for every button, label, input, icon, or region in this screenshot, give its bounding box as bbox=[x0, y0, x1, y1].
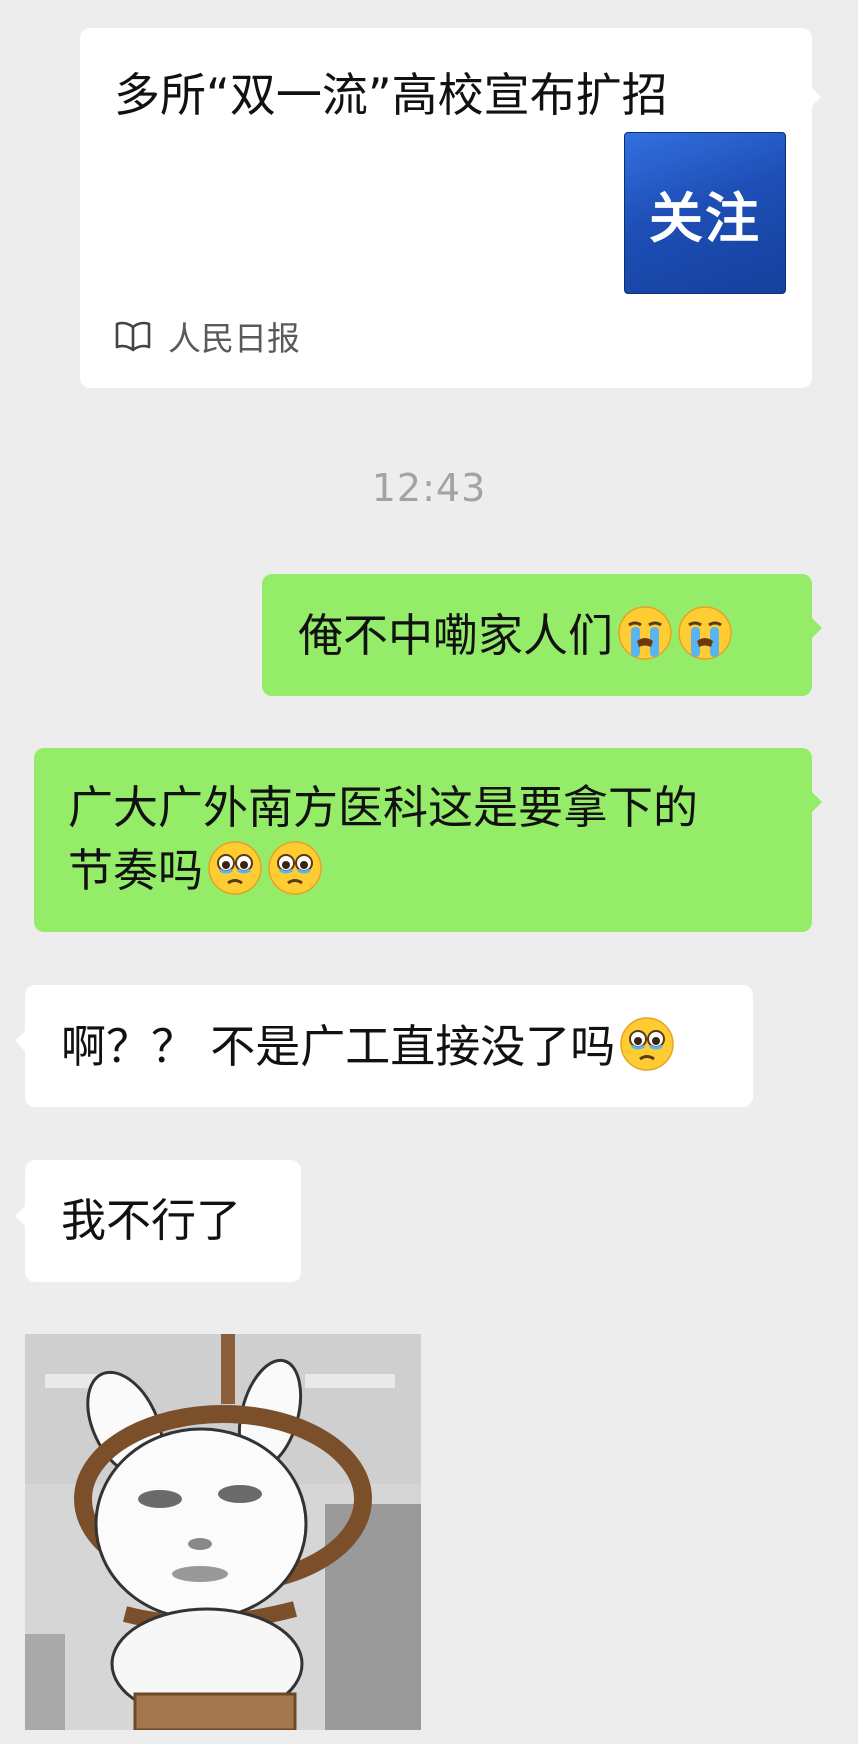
article-title: 多所“双一流”高校宣布扩招 bbox=[114, 68, 668, 122]
article-source: 人民日报 bbox=[114, 316, 300, 358]
message-timestamp: 12:43 bbox=[371, 466, 487, 510]
message-bubble-received[interactable]: 我不行了 bbox=[15, 1160, 301, 1282]
message-text: 啊？？ 不是广工直接没了吗 bbox=[61, 1020, 616, 1073]
book-open-icon bbox=[115, 321, 151, 352]
message-bubble-sent[interactable]: 广大广外南方医科这是要拿下的 节奏吗 bbox=[34, 748, 822, 932]
holding-back-tears-emoji-icon bbox=[207, 840, 263, 896]
message-text-line-1: 广大广外南方医科这是要拿下的 bbox=[68, 781, 699, 834]
loudly-crying-emoji-icon bbox=[617, 605, 673, 661]
message-text: 俺不中嘞家人们 bbox=[298, 609, 614, 662]
holding-back-tears-emoji-icon bbox=[267, 840, 323, 896]
message-text: 我不行了 bbox=[61, 1194, 242, 1247]
message-bubble-received[interactable]: 啊？？ 不是广工直接没了吗 bbox=[15, 985, 753, 1107]
message-text-line-2: 节奏吗 bbox=[68, 844, 204, 897]
loudly-crying-emoji-icon bbox=[677, 605, 733, 661]
article-thumbnail-text: 关注 bbox=[649, 185, 761, 250]
holding-back-tears-emoji-icon bbox=[619, 1016, 675, 1072]
article-thumbnail: 关注 bbox=[624, 132, 786, 294]
rabbit-noose-sticker[interactable] bbox=[25, 1334, 421, 1730]
message-bubble-sent[interactable]: 俺不中嘞家人们 bbox=[262, 574, 822, 696]
article-card[interactable]: 多所“双一流”高校宣布扩招 关注 人民日报 bbox=[80, 28, 821, 388]
article-source-name: 人民日报 bbox=[168, 319, 300, 358]
